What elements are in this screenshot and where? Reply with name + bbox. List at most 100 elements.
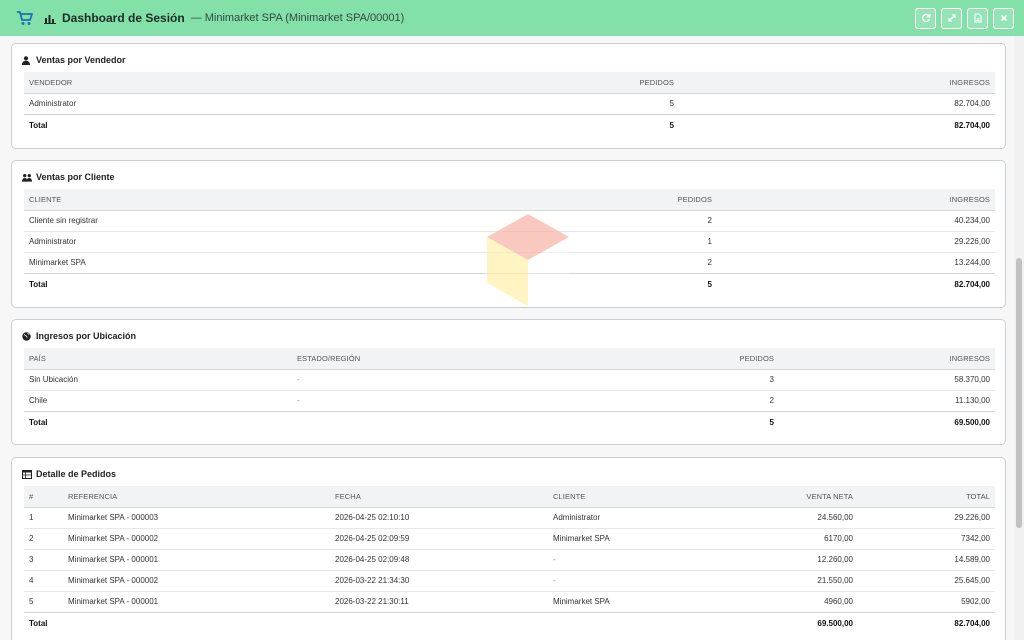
- ubicacion-table: PAÍS ESTADO/REGIÓN PEDIDOS INGRESOS Sin …: [24, 348, 995, 433]
- table-row: 2 Minimarket SPA - 000002 2026-04-25 02:…: [24, 527, 995, 549]
- col-ingresos: INGRESOS: [949, 353, 990, 363]
- referencia-cell: Minimarket SPA - 000002: [63, 569, 330, 591]
- venta-neta-cell: 4960,00: [708, 590, 858, 612]
- total-cell: 25.645,00: [858, 569, 995, 591]
- venta-neta-cell: 6170,00: [708, 527, 858, 549]
- dashboard-content[interactable]: Ventas por Vendedor VENDEDOR PEDIDOS ING…: [0, 36, 1014, 640]
- pedidos-table: # REFERENCIA FECHA CLIENTE VENTA NETA TO…: [24, 486, 995, 634]
- expand-button[interactable]: [941, 7, 962, 29]
- venta-neta-cell: 21.550,00: [708, 569, 858, 591]
- pedidos-cell: 2: [532, 389, 779, 411]
- fecha-cell: 2026-03-22 21:34:30: [330, 569, 548, 591]
- cliente-cell: Administrator: [24, 230, 444, 252]
- col-pedidos: PEDIDOS: [677, 194, 712, 204]
- total-ingresos: 69.500,00: [779, 410, 995, 433]
- pedidos-cell: 5: [444, 92, 679, 114]
- ingresos-cell: 13.244,00: [717, 251, 995, 273]
- col-pedidos: PEDIDOS: [739, 353, 774, 363]
- col-vendedor: VENDEDOR: [29, 77, 73, 87]
- close-button[interactable]: [993, 7, 1014, 29]
- cliente-table: CLIENTE PEDIDOS INGRESOS Cliente sin reg…: [24, 189, 995, 295]
- total-cell: 7342,00: [858, 527, 995, 549]
- table-row: Sin Ubicación - 3 58.370,00: [24, 368, 995, 390]
- total-pedidos: 5: [532, 410, 779, 433]
- total-venta-neta: 69.500,00: [708, 611, 858, 634]
- vendedor-table: VENDEDOR PEDIDOS INGRESOS Administrator …: [24, 72, 995, 136]
- fecha-cell: 2026-04-25 02:10:10: [330, 506, 548, 528]
- col-pedidos: PEDIDOS: [639, 77, 674, 87]
- cliente-cell: Minimarket SPA: [548, 527, 708, 549]
- referencia-cell: Minimarket SPA - 000001: [63, 548, 330, 570]
- total-cell: 14.589,00: [858, 548, 995, 570]
- card-title-cliente: Ventas por Cliente: [36, 172, 115, 182]
- window-header: Dashboard de Sesión — Minimarket SPA (Mi…: [0, 0, 1024, 36]
- pedidos-cell: 3: [532, 368, 779, 390]
- col-cliente: CLIENTE: [553, 491, 586, 501]
- vendedor-cell: Administrator: [24, 92, 444, 114]
- total-cell: 5902,00: [858, 590, 995, 612]
- fecha-cell: 2026-04-25 02:09:59: [330, 527, 548, 549]
- col-cliente: CLIENTE: [29, 194, 62, 204]
- numero-cell: 5: [24, 590, 63, 612]
- ingresos-cell: 11.130,00: [779, 389, 995, 411]
- col-numero: #: [29, 491, 34, 501]
- venta-neta-cell: 24.560,00: [708, 506, 858, 528]
- total-region: [292, 410, 532, 433]
- card-title-pedidos: Detalle de Pedidos: [36, 469, 117, 479]
- col-ingresos: INGRESOS: [949, 77, 990, 87]
- numero-cell: 1: [24, 506, 63, 528]
- refresh-button[interactable]: [915, 7, 936, 29]
- numero-cell: 3: [24, 548, 63, 570]
- table-row: 1 Minimarket SPA - 000003 2026-04-25 02:…: [24, 506, 995, 528]
- page-subtitle: — Minimarket SPA (Minimarket SPA/00001): [190, 12, 405, 24]
- total-ingresos: 82.704,00: [717, 272, 995, 295]
- scrollbar-thumb[interactable]: [1016, 258, 1022, 528]
- total-pedidos: 5: [444, 113, 679, 136]
- col-ingresos: INGRESOS: [949, 194, 990, 204]
- referencia-cell: Minimarket SPA - 000002: [63, 527, 330, 549]
- table-row: 5 Minimarket SPA - 000001 2026-03-22 21:…: [24, 590, 995, 612]
- pais-cell: Sin Ubicación: [24, 368, 292, 390]
- pedidos-cell: 2: [444, 251, 717, 273]
- numero-cell: 2: [24, 527, 63, 549]
- total-ingresos: 82.704,00: [679, 113, 995, 136]
- table-row: 3 Minimarket SPA - 000001 2026-04-25 02:…: [24, 548, 995, 570]
- total-total: 82.704,00: [858, 611, 995, 634]
- total-cell: 29.226,00: [858, 506, 995, 528]
- close-icon: [1000, 14, 1007, 22]
- col-total: TOTAL: [966, 491, 990, 501]
- table-row: 4 Minimarket SPA - 000002 2026-03-22 21:…: [24, 569, 995, 591]
- col-pais: PAÍS: [29, 353, 46, 363]
- ingresos-por-ubicacion-card: Ingresos por Ubicación PAÍS ESTADO/REGIÓ…: [11, 319, 1006, 445]
- region-cell: -: [292, 368, 532, 390]
- pais-cell: Chile: [24, 389, 292, 411]
- ingresos-cell: 29.226,00: [717, 230, 995, 252]
- user-icon: [22, 55, 32, 65]
- region-cell: -: [292, 389, 532, 411]
- page-title: Dashboard de Sesión: [62, 11, 185, 25]
- referencia-cell: Minimarket SPA - 000001: [63, 590, 330, 612]
- table-row: Cliente sin registrar 2 40.234,00: [24, 209, 995, 231]
- total-row: Total 5 69.500,00: [24, 410, 995, 433]
- total-label: Total: [24, 113, 444, 136]
- cliente-cell: Administrator: [548, 506, 708, 528]
- expand-icon: [947, 14, 956, 22]
- table-row: Administrator 1 29.226,00: [24, 230, 995, 252]
- detalle-de-pedidos-card: Detalle de Pedidos # REFERENCIA FECHA CL…: [11, 457, 1006, 640]
- ventas-por-cliente-card: Ventas por Cliente CLIENTE PEDIDOS INGRE…: [11, 160, 1006, 308]
- table-icon: [22, 469, 32, 479]
- cliente-cell: Minimarket SPA: [24, 251, 444, 273]
- pdf-button[interactable]: [967, 7, 988, 29]
- ventas-por-vendedor-card: Ventas por Vendedor VENDEDOR PEDIDOS ING…: [11, 43, 1006, 149]
- vertical-scrollbar[interactable]: [1014, 36, 1024, 640]
- refresh-icon: [921, 13, 930, 23]
- cliente-cell: Cliente sin registrar: [24, 209, 444, 231]
- card-title-ubicacion: Ingresos por Ubicación: [36, 331, 137, 341]
- cliente-cell: -: [548, 569, 708, 591]
- venta-neta-cell: 12.260,00: [708, 548, 858, 570]
- col-region: ESTADO/REGIÓN: [297, 353, 361, 363]
- total-row: Total 5 82.704,00: [24, 113, 995, 136]
- fecha-cell: 2026-04-25 02:09:48: [330, 548, 548, 570]
- col-referencia: REFERENCIA: [68, 491, 118, 501]
- ingresos-cell: 40.234,00: [717, 209, 995, 231]
